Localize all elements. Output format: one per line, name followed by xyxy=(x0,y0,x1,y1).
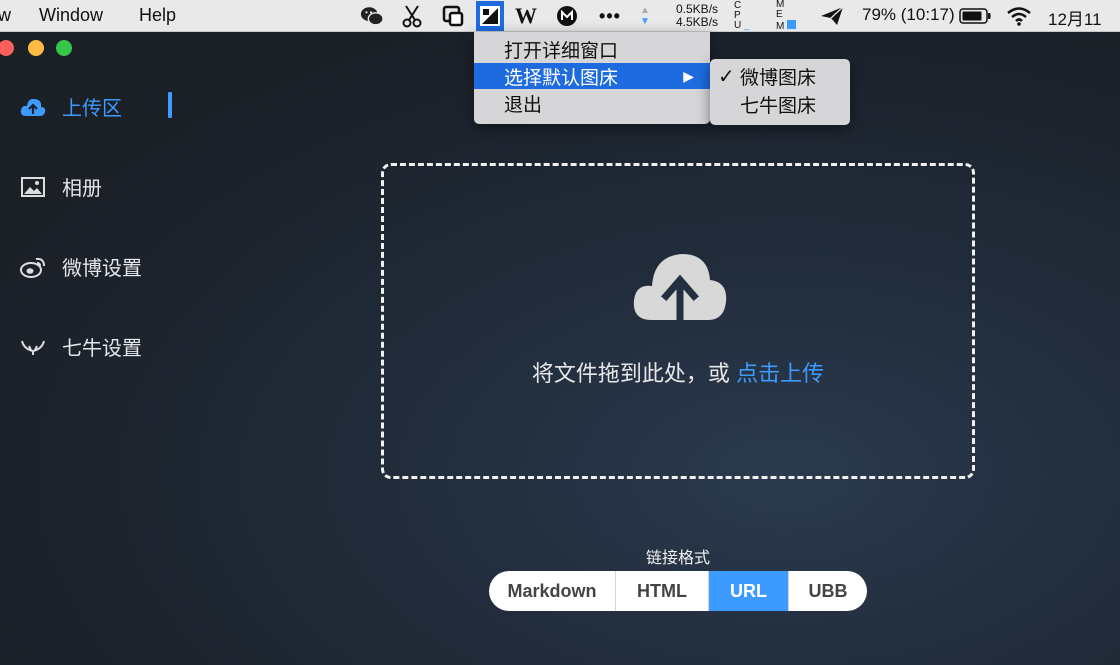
menu-bar: w Window Help W ••• ▲ ▼ 0.5KB/s 4.5KB/s C… xyxy=(0,0,1120,32)
sidebar-item-album[interactable]: 相册 xyxy=(20,172,102,201)
qiniu-icon xyxy=(20,334,46,360)
scissors-icon[interactable] xyxy=(400,4,424,28)
clock[interactable]: 12月11 xyxy=(1048,5,1102,30)
battery-icon[interactable] xyxy=(958,4,992,28)
menu-item-label: 选择默认图床 xyxy=(504,67,619,89)
w-app-icon[interactable]: W xyxy=(514,3,538,28)
weibo-icon xyxy=(20,254,46,280)
sidebar-item-upload[interactable]: 上传区 xyxy=(20,92,122,121)
click-upload-link[interactable]: 点击上传 xyxy=(736,361,824,386)
link-format-title: 链接格式 xyxy=(645,550,710,567)
zoom-button[interactable] xyxy=(56,40,72,56)
sidebar-item-label: 七牛设置 xyxy=(62,338,142,360)
cpu-monitor-icon: CPU _ xyxy=(734,0,750,31)
status-menu: 打开详细窗口 选择默认图床 ▶ 退出 xyxy=(474,32,710,124)
close-button[interactable] xyxy=(0,40,14,56)
minimize-button[interactable] xyxy=(28,40,44,56)
network-speed: 0.5KB/s 4.5KB/s xyxy=(676,3,718,29)
m-app-icon[interactable] xyxy=(555,4,579,28)
upload-dropzone[interactable]: 将文件拖到此处，或 点击上传 xyxy=(381,163,975,479)
wifi-icon[interactable] xyxy=(1005,4,1033,28)
submenu-item-label: 微博图床 xyxy=(740,67,817,89)
wechat-icon[interactable] xyxy=(360,4,384,28)
menu-item-window[interactable]: Window xyxy=(39,5,103,26)
checkmark-icon: ✓ xyxy=(718,65,735,88)
mem-monitor-icon: MEM xyxy=(776,0,800,32)
menu-item-partial[interactable]: w xyxy=(0,5,11,26)
network-arrows-icon: ▲ ▼ xyxy=(640,5,650,27)
sidebar-item-qiniu-settings[interactable]: 七牛设置 xyxy=(20,332,142,361)
format-option-url[interactable]: URL xyxy=(709,571,789,611)
sidebar-item-label: 上传区 xyxy=(62,98,122,120)
cloud-upload-icon xyxy=(632,248,728,327)
cloud-upload-icon xyxy=(20,94,46,120)
image-upload-app-icon[interactable] xyxy=(476,1,504,31)
menu-item-open-window[interactable]: 打开详细窗口 xyxy=(474,36,710,62)
format-option-markdown[interactable]: Markdown xyxy=(489,571,616,611)
menu-item-select-default-host[interactable]: 选择默认图床 ▶ xyxy=(474,63,710,89)
battery-percentage[interactable]: 79% (10:17) xyxy=(862,5,955,25)
sidebar-item-label: 微博设置 xyxy=(62,258,142,280)
menu-item-quit[interactable]: 退出 xyxy=(474,90,710,116)
paper-plane-icon[interactable] xyxy=(820,4,844,28)
dropzone-instruction: 将文件拖到此处，或 xyxy=(531,361,730,386)
sidebar-item-label: 相册 xyxy=(62,178,102,200)
submenu-item-qiniu[interactable]: 七牛图床 xyxy=(710,91,850,117)
net-down: 4.5KB/s xyxy=(676,15,719,29)
submenu-item-weibo[interactable]: ✓ 微博图床 xyxy=(710,63,850,89)
submenu-arrow-icon: ▶ xyxy=(683,67,694,84)
active-indicator xyxy=(168,92,172,118)
format-option-html[interactable]: HTML xyxy=(616,571,709,611)
screen-capture-icon[interactable] xyxy=(441,4,465,28)
format-option-ubb[interactable]: UBB xyxy=(789,571,867,611)
more-icon[interactable]: ••• xyxy=(598,4,622,28)
link-format-selector: Markdown HTML URL UBB xyxy=(489,571,867,611)
sidebar-item-weibo-settings[interactable]: 微博设置 xyxy=(20,252,142,281)
menu-item-help[interactable]: Help xyxy=(139,5,176,26)
dropzone-text: 将文件拖到此处，或 点击上传 xyxy=(384,356,972,388)
image-icon xyxy=(20,174,46,200)
app-window: 上传区 相册 微博设置 七牛设置 将文件拖到此处，或 点击上传 链接格式 Mar… xyxy=(0,32,1120,665)
default-host-submenu: ✓ 微博图床 七牛图床 xyxy=(710,59,850,125)
